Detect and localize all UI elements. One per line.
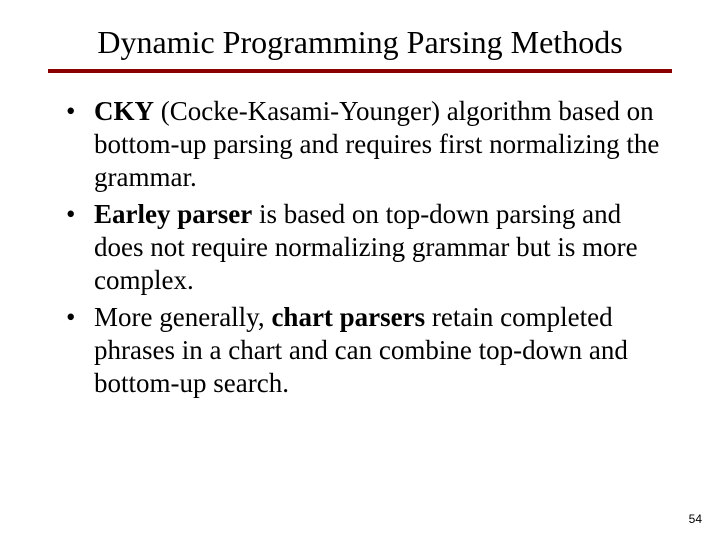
bullet-item: Earley parser is based on top-down parsi…	[66, 198, 672, 297]
page-number: 54	[689, 512, 702, 526]
slide: Dynamic Programming Parsing Methods CKY …	[0, 0, 720, 540]
bullet-bold: CKY	[94, 96, 154, 126]
bullet-bold: chart parsers	[271, 302, 425, 332]
bullet-text: (Cocke-Kasami-Younger) algorithm based o…	[94, 96, 659, 192]
bullet-list: CKY (Cocke-Kasami-Younger) algorithm bas…	[66, 95, 672, 399]
bullet-bold: Earley parser	[94, 199, 252, 229]
bullet-item: More generally, chart parsers retain com…	[66, 301, 672, 400]
bullet-pre: More generally,	[94, 302, 271, 332]
title-underline	[48, 69, 672, 73]
bullet-item: CKY (Cocke-Kasami-Younger) algorithm bas…	[66, 95, 672, 194]
slide-title: Dynamic Programming Parsing Methods	[48, 24, 672, 61]
